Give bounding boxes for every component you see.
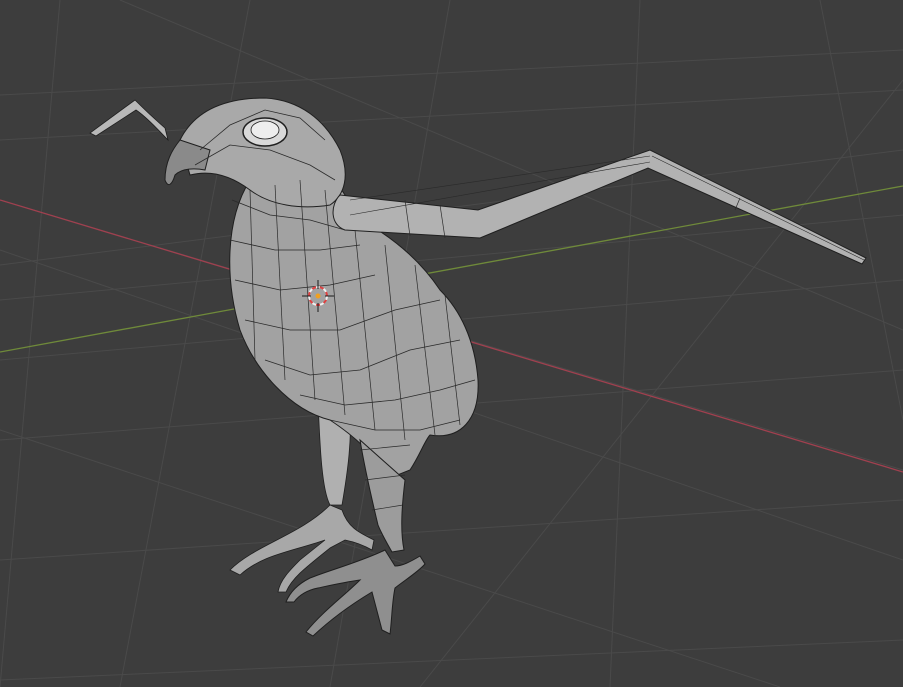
bird-mesh[interactable] xyxy=(89,97,867,637)
object-origin xyxy=(315,293,321,299)
viewport-canvas[interactable] xyxy=(0,0,903,687)
3d-viewport[interactable] xyxy=(0,0,903,687)
